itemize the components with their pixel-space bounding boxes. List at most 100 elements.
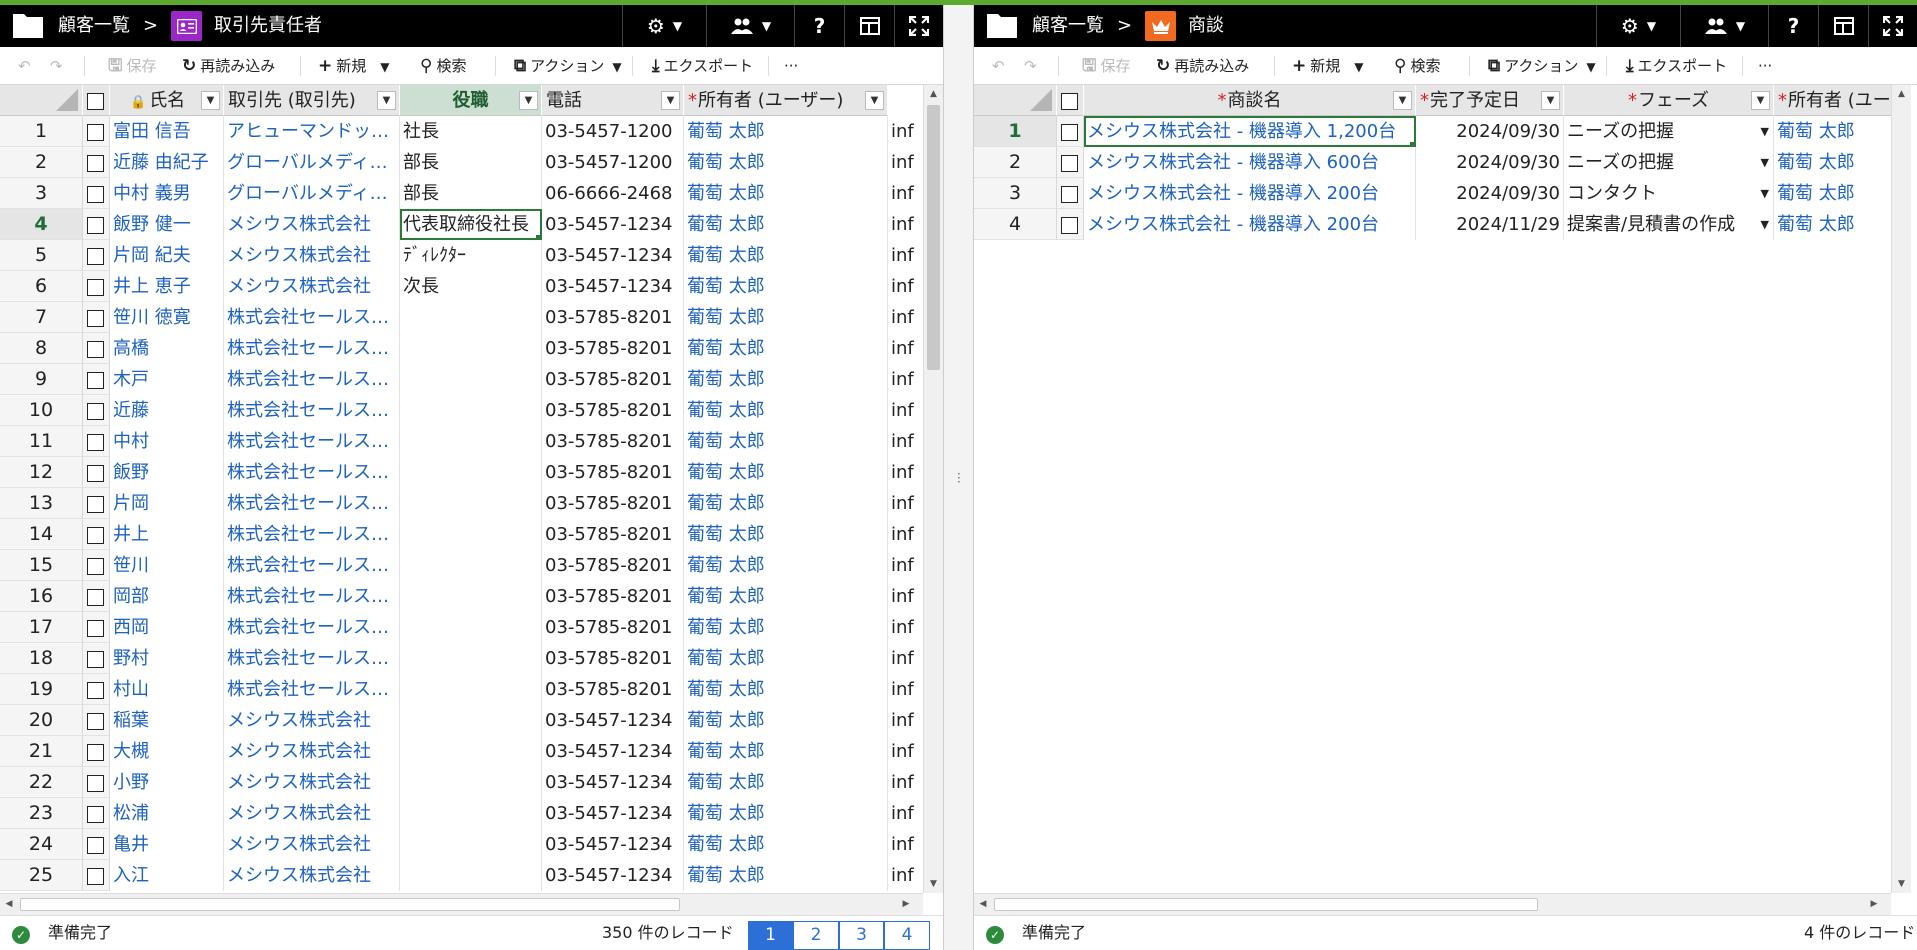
table-cell[interactable]: 近藤: [110, 395, 224, 426]
table-cell[interactable]: 葡萄 太郎: [684, 612, 888, 643]
row-checkbox[interactable]: [1061, 217, 1078, 234]
table-cell[interactable]: 株式会社セールス…: [224, 364, 400, 395]
table-cell[interactable]: コンタクト ▼: [1564, 178, 1774, 209]
row-number[interactable]: 3: [974, 178, 1057, 209]
users-menu-button[interactable]: ▼: [1680, 5, 1768, 47]
table-cell[interactable]: 03-5457-1234: [542, 860, 684, 891]
export-button[interactable]: ⤓ エクスポート: [1626, 47, 1727, 85]
grid-corner[interactable]: [0, 85, 83, 116]
table-cell[interactable]: アヒューマンドットコ…: [224, 116, 400, 147]
table-cell[interactable]: 03-5457-1234: [542, 705, 684, 736]
table-cell[interactable]: 葡萄 太郎: [684, 860, 888, 891]
table-cell[interactable]: メシウス株式会社: [224, 767, 400, 798]
help-button[interactable]: ?: [1768, 5, 1818, 47]
more-button[interactable]: ···: [784, 47, 798, 85]
table-cell[interactable]: 入江: [110, 860, 224, 891]
table-cell[interactable]: メシウス株式会社 - 機器導入 200台: [1084, 209, 1416, 240]
table-cell[interactable]: 葡萄 太郎: [684, 643, 888, 674]
action-button[interactable]: ⧉ アクション ▼: [514, 47, 622, 85]
horizontal-scrollbar[interactable]: ◀ ▶: [0, 893, 923, 915]
filter-dropdown-icon[interactable]: ▼: [1541, 91, 1560, 110]
row-checkbox[interactable]: [1061, 124, 1078, 141]
table-cell[interactable]: 葡萄 太郎: [684, 271, 888, 302]
table-cell[interactable]: メシウス株式会社: [224, 829, 400, 860]
table-cell[interactable]: [400, 302, 542, 333]
breadcrumb-root[interactable]: 顧客一覧: [1032, 5, 1104, 47]
table-cell[interactable]: 葡萄 太郎: [684, 240, 888, 271]
row-number[interactable]: 15: [0, 550, 83, 581]
row-number[interactable]: 3: [0, 178, 83, 209]
row-number[interactable]: 7: [0, 302, 83, 333]
picklist-dropdown-icon[interactable]: ▼: [1761, 147, 1769, 178]
table-cell[interactable]: 笹川 徳寛: [110, 302, 224, 333]
table-cell[interactable]: 03-5457-1234: [542, 240, 684, 271]
filter-dropdown-icon[interactable]: ▼: [661, 91, 680, 110]
table-cell[interactable]: 葡萄 太郎: [684, 674, 888, 705]
table-cell[interactable]: メシウス株式会社: [224, 860, 400, 891]
table-cell[interactable]: 代表取締役社長: [400, 209, 542, 240]
table-cell[interactable]: 近藤 由紀子: [110, 147, 224, 178]
table-cell[interactable]: 2024/09/30: [1416, 147, 1564, 178]
table-cell[interactable]: [400, 860, 542, 891]
table-cell[interactable]: ニーズの把握 ▼: [1564, 147, 1774, 178]
table-cell[interactable]: 葡萄 太郎: [684, 116, 888, 147]
table-cell[interactable]: 中村 義男: [110, 178, 224, 209]
table-cell[interactable]: 03-5457-1234: [542, 829, 684, 860]
row-checkbox[interactable]: [87, 620, 104, 637]
table-cell[interactable]: 03-5457-1234: [542, 736, 684, 767]
table-cell[interactable]: [400, 457, 542, 488]
table-cell[interactable]: グローバルメディアジ…: [224, 178, 400, 209]
row-checkbox[interactable]: [87, 651, 104, 668]
table-cell[interactable]: 葡萄 太郎: [684, 333, 888, 364]
table-cell[interactable]: 葡萄 太郎: [684, 581, 888, 612]
table-cell[interactable]: 笹川: [110, 550, 224, 581]
row-number[interactable]: 2: [0, 147, 83, 178]
table-cell[interactable]: 部長: [400, 178, 542, 209]
table-cell[interactable]: 亀井: [110, 829, 224, 860]
table-cell[interactable]: ニーズの把握 ▼: [1564, 116, 1774, 147]
scroll-up-icon[interactable]: ▲: [924, 85, 943, 103]
table-cell[interactable]: 03-5785-8201: [542, 674, 684, 705]
page-button-3[interactable]: 3: [839, 921, 884, 950]
row-checkbox[interactable]: [87, 279, 104, 296]
table-cell[interactable]: 株式会社セールス…: [224, 395, 400, 426]
table-cell[interactable]: 葡萄 太郎: [684, 519, 888, 550]
row-number[interactable]: 5: [0, 240, 83, 271]
row-number[interactable]: 13: [0, 488, 83, 519]
picklist-dropdown-icon[interactable]: ▼: [1761, 209, 1769, 240]
row-checkbox[interactable]: [87, 496, 104, 513]
row-number[interactable]: 22: [0, 767, 83, 798]
column-header[interactable]: 役職 ▼: [400, 85, 542, 116]
table-cell[interactable]: 富田 信吾: [110, 116, 224, 147]
row-number[interactable]: 10: [0, 395, 83, 426]
picklist-dropdown-icon[interactable]: ▼: [1761, 178, 1769, 209]
table-cell[interactable]: 03-5457-1200: [542, 147, 684, 178]
scroll-thumb[interactable]: [994, 898, 1538, 911]
scroll-thumb[interactable]: [927, 105, 940, 370]
table-cell[interactable]: 葡萄 太郎: [684, 209, 888, 240]
table-cell[interactable]: メシウス株式会社: [224, 736, 400, 767]
row-number[interactable]: 4: [974, 209, 1057, 240]
table-cell[interactable]: 葡萄 太郎: [684, 705, 888, 736]
row-number[interactable]: 14: [0, 519, 83, 550]
row-checkbox[interactable]: [87, 558, 104, 575]
page-button-4[interactable]: 4: [884, 921, 930, 950]
table-cell[interactable]: 株式会社セールス…: [224, 581, 400, 612]
table-cell[interactable]: 葡萄 太郎: [684, 302, 888, 333]
row-checkbox[interactable]: [87, 186, 104, 203]
table-cell[interactable]: [400, 426, 542, 457]
table-cell[interactable]: 飯野 健一: [110, 209, 224, 240]
new-button[interactable]: + 新規 ▼: [1292, 47, 1364, 85]
table-cell[interactable]: [400, 333, 542, 364]
table-cell[interactable]: [400, 705, 542, 736]
scroll-right-icon[interactable]: ▶: [1865, 894, 1883, 915]
table-cell[interactable]: 03-5457-1234: [542, 798, 684, 829]
filter-dropdown-icon[interactable]: ▼: [201, 91, 220, 110]
row-checkbox[interactable]: [87, 837, 104, 854]
table-cell[interactable]: ﾃﾞｨﾚｸﾀｰ: [400, 240, 542, 271]
fullscreen-button[interactable]: [894, 5, 943, 47]
table-cell[interactable]: 提案書/見積書の作成 ▼: [1564, 209, 1774, 240]
search-button[interactable]: ⚲ 検索: [1394, 47, 1440, 85]
table-cell[interactable]: 葡萄 太郎: [684, 736, 888, 767]
row-checkbox[interactable]: [87, 527, 104, 544]
